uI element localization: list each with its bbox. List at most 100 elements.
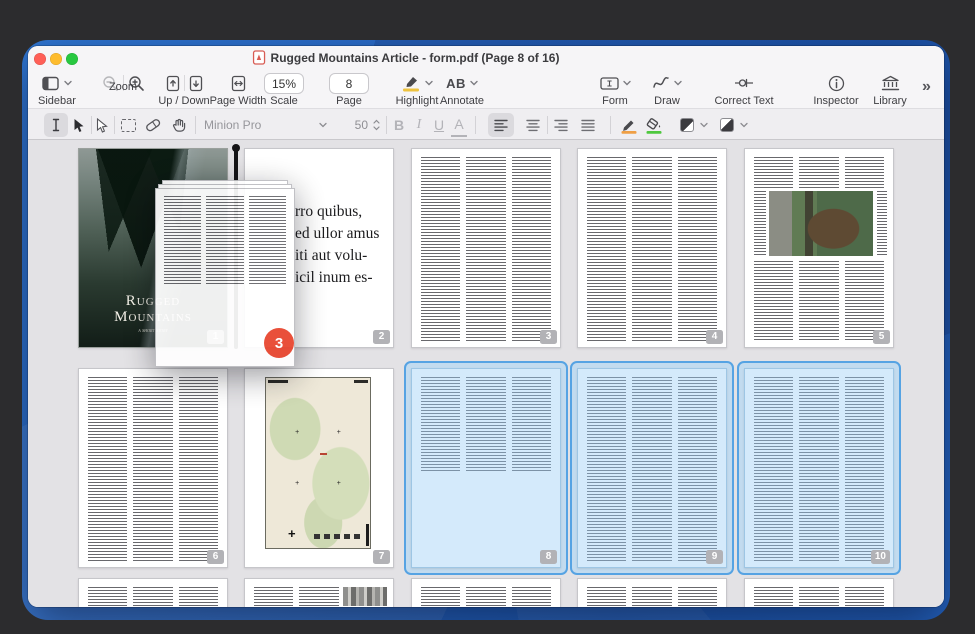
chevron-down-icon <box>674 80 682 86</box>
drag-count-badge: 3 <box>264 328 294 358</box>
highlight-marker-icon <box>401 74 421 92</box>
page-badge: 9 <box>706 550 723 564</box>
paint-bucket-icon <box>645 116 663 134</box>
draw-button[interactable]: Draw <box>642 72 692 107</box>
correct-text-button[interactable]: Correct Text <box>706 72 782 107</box>
page-thumbnail-3[interactable]: 3 <box>411 148 561 348</box>
desktop-wallpaper: Rugged Mountains Article - form.pdf (Pag… <box>22 40 950 620</box>
text-tool-button[interactable] <box>44 113 68 137</box>
chevron-down-icon <box>470 80 478 86</box>
selected-page-10[interactable]: 10 <box>737 361 901 575</box>
select-object-tool-button[interactable] <box>93 113 111 137</box>
page-thumbnail-4[interactable]: 4 <box>577 148 727 348</box>
page-thumbnail-12[interactable] <box>244 578 394 607</box>
chevron-down-icon <box>64 80 72 86</box>
underline-button[interactable]: U <box>429 113 449 137</box>
page-thumbnail-7[interactable]: + + + + + 7 <box>244 368 394 568</box>
marquee-select-button[interactable] <box>118 113 138 137</box>
align-center-button[interactable] <box>522 113 544 137</box>
page-thumbnail-9[interactable]: 9 <box>577 368 727 568</box>
sidebar-button[interactable]: Sidebar <box>28 72 86 107</box>
bear-photo <box>769 191 873 256</box>
titlebar: Rugged Mountains Article - form.pdf (Pag… <box>28 46 944 70</box>
eraser-tool-button[interactable] <box>143 113 163 137</box>
library-button[interactable]: Library <box>866 72 914 107</box>
align-center-icon <box>526 119 540 132</box>
select-tool-button[interactable] <box>70 113 88 137</box>
sidebar-icon <box>42 76 60 91</box>
page-thumbnail-11[interactable] <box>78 578 228 607</box>
page-badge: 4 <box>706 330 723 344</box>
selected-page-9[interactable]: 9 <box>570 361 734 575</box>
toolbar-overflow-button[interactable]: » <box>922 78 931 96</box>
page-badge: 6 <box>207 550 224 564</box>
fill-style-chevron-icon[interactable] <box>739 113 749 137</box>
text-color-button[interactable]: A <box>451 113 467 137</box>
page-badge: 2 <box>373 330 390 344</box>
pdf-file-icon <box>253 50 266 65</box>
stroke-color-button[interactable] <box>618 113 640 137</box>
page-width-button[interactable]: Page Width <box>206 72 270 107</box>
align-right-button[interactable] <box>550 113 572 137</box>
annotate-ab-icon: AB <box>446 76 466 91</box>
fill-style-swatch[interactable] <box>718 113 736 137</box>
annotate-button[interactable]: AB Annotate <box>436 72 488 107</box>
minimize-button[interactable] <box>50 53 62 65</box>
swatch-dark-icon <box>680 118 694 132</box>
page-thumbnail-10[interactable]: 10 <box>744 368 894 568</box>
page-thumbnail-15[interactable] <box>744 578 894 607</box>
page-badge: 5 <box>873 330 890 344</box>
form-button[interactable]: Form <box>588 72 642 107</box>
ibeam-cursor-icon <box>50 117 62 133</box>
forest-photo <box>420 479 552 559</box>
library-building-icon <box>881 75 900 91</box>
form-field-icon <box>600 76 619 91</box>
font-size-field[interactable]: 50 <box>348 113 368 137</box>
close-button[interactable] <box>34 53 46 65</box>
page-thumbnail-14[interactable] <box>577 578 727 607</box>
eraser-icon <box>144 117 162 133</box>
page-thumbnail-6[interactable]: 6 <box>78 368 228 568</box>
page-control: 8 Page <box>326 72 372 107</box>
align-right-icon <box>554 119 568 132</box>
zoom-window-button[interactable] <box>66 53 78 65</box>
border-style-swatch[interactable] <box>678 113 696 137</box>
align-left-button[interactable] <box>488 113 514 137</box>
window-title: Rugged Mountains Article - form.pdf (Pag… <box>271 51 560 65</box>
chevron-down-icon <box>623 80 631 86</box>
page-up-icon[interactable] <box>166 75 180 92</box>
hand-tool-button[interactable] <box>169 113 189 137</box>
font-size-stepper[interactable] <box>371 113 381 137</box>
page-thumbnail-5[interactable]: 5 <box>744 148 894 348</box>
selected-page-8[interactable]: 8 <box>404 361 568 575</box>
page-number-input[interactable]: 8 <box>329 73 369 94</box>
up-down-group: Up / Down <box>154 72 214 107</box>
drag-ghost[interactable]: 3 <box>155 180 295 367</box>
page-badge: 7 <box>373 550 390 564</box>
app-window: Rugged Mountains Article - form.pdf (Pag… <box>28 46 944 607</box>
border-style-chevron-icon[interactable] <box>699 113 709 137</box>
scale-input[interactable]: 15% <box>264 73 304 94</box>
birch-photo <box>343 587 387 606</box>
thumbnail-grid: Rugged Mountains a short story 1 rro qui… <box>28 140 944 607</box>
chevron-down-icon <box>425 80 433 86</box>
bold-button[interactable]: B <box>389 113 409 137</box>
info-circle-icon <box>828 75 845 92</box>
swatch-light-icon <box>720 118 734 132</box>
font-family-select[interactable]: Minion Pro <box>204 113 324 137</box>
correct-text-icon <box>734 76 754 90</box>
page-thumbnail-13[interactable] <box>411 578 561 607</box>
page-down-icon[interactable] <box>189 75 203 92</box>
inspector-button[interactable]: Inspector <box>806 72 866 107</box>
format-bar: Minion Pro 50 B I U A <box>28 108 944 140</box>
draw-squiggle-icon <box>652 76 670 90</box>
zoom-group: Zoom <box>94 72 152 93</box>
page-badge: 10 <box>871 550 890 564</box>
pencil-icon <box>620 116 638 134</box>
fill-color-button[interactable] <box>643 113 665 137</box>
align-justify-button[interactable] <box>577 113 599 137</box>
page-width-icon <box>231 75 246 92</box>
page-thumbnail-8[interactable]: 8 <box>411 368 561 568</box>
page-badge: 8 <box>540 550 557 564</box>
italic-button[interactable]: I <box>409 113 429 137</box>
